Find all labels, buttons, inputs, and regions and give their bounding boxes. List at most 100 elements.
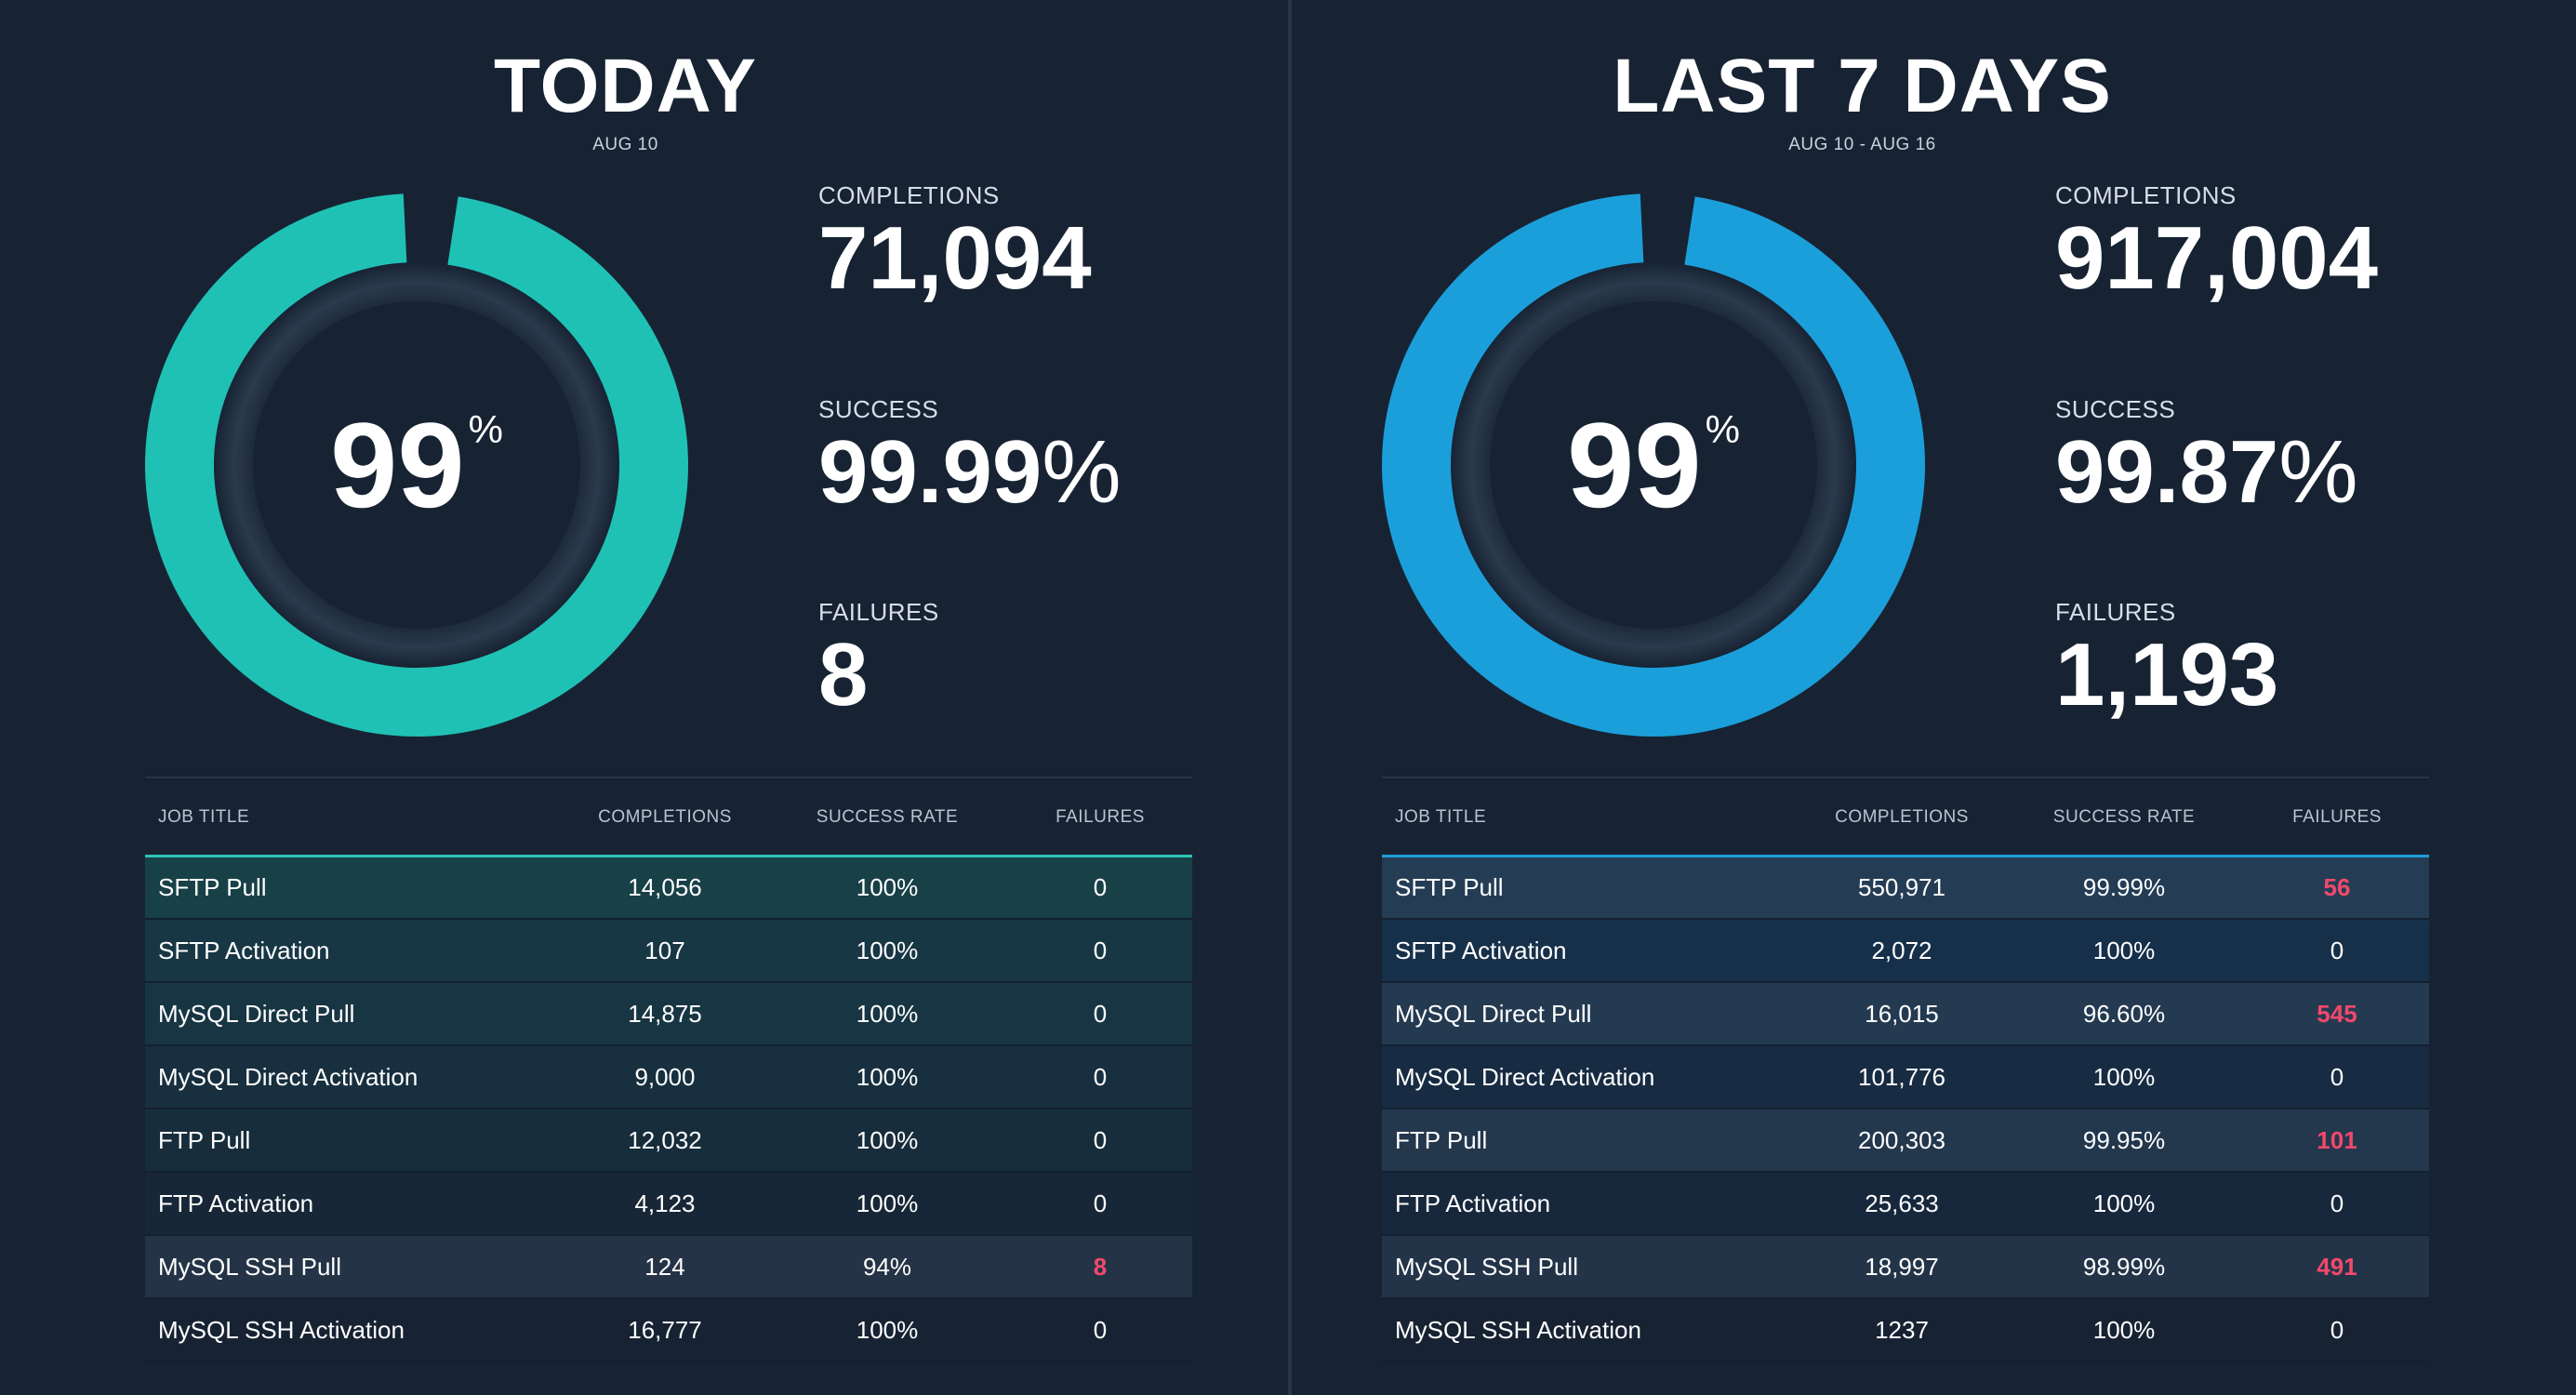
success-rate-cell: 100%	[766, 1298, 1008, 1362]
failures-cell: 545	[2245, 982, 2429, 1046]
failures-cell: 0	[1008, 982, 1192, 1046]
success-number: 99.99	[818, 422, 1042, 522]
success-rate-cell: 100%	[766, 856, 1008, 920]
success-rate-cell: 100%	[2003, 1045, 2245, 1109]
job-title-cell: SFTP Activation	[145, 919, 564, 983]
success-rate-cell: 100%	[766, 982, 1008, 1046]
header-job-title[interactable]: JOB TITLE	[1382, 779, 1800, 857]
failures-cell: 0	[1008, 1298, 1192, 1362]
job-title-cell: MySQL SSH Activation	[145, 1298, 564, 1362]
job-title-cell: MySQL SSH Activation	[1382, 1298, 1800, 1362]
completions-cell: 101,776	[1800, 1045, 2003, 1109]
completions-cell: 4,123	[564, 1172, 766, 1236]
donut-percent-sign: %	[468, 407, 503, 451]
completions-cell: 124	[564, 1235, 766, 1299]
stat-value: 99.99%	[818, 428, 1122, 517]
success-rate-cell: 100%	[766, 1109, 1008, 1173]
table-row[interactable]: FTP Pull 12,032 100% 0	[145, 1109, 1192, 1173]
failures-cell: 56	[2245, 856, 2429, 920]
job-title-cell: MySQL Direct Activation	[145, 1045, 564, 1109]
completions-cell: 18,997	[1800, 1235, 2003, 1299]
job-title-cell: MySQL Direct Activation	[1382, 1045, 1800, 1109]
failures-cell: 101	[2245, 1109, 2429, 1173]
header-failures[interactable]: FAILURES	[1008, 779, 1192, 857]
failures-cell: 0	[1008, 1172, 1192, 1236]
jobs-table: JOB TITLE COMPLETIONS SUCCESS RATE FAILU…	[1382, 777, 2429, 1362]
panel-title: TODAY	[494, 44, 757, 128]
failures-cell: 491	[2245, 1235, 2429, 1299]
header-success-rate[interactable]: SUCCESS RATE	[766, 779, 1008, 857]
stat-value: 1,193	[2055, 625, 2279, 724]
table-row[interactable]: SFTP Activation 2,072 100% 0	[1382, 919, 2429, 983]
table-row[interactable]: MySQL SSH Activation 1237 100% 0	[1382, 1298, 2429, 1362]
job-title-cell: FTP Pull	[1382, 1109, 1800, 1173]
failures-cell: 0	[1008, 1109, 1192, 1173]
jobs-table: JOB TITLE COMPLETIONS SUCCESS RATE FAILU…	[145, 777, 1192, 1362]
table-row[interactable]: MySQL Direct Activation 101,776 100% 0	[1382, 1045, 2429, 1109]
table-row[interactable]: MySQL Direct Pull 14,875 100% 0	[145, 982, 1192, 1046]
stat-failures: FAILURES 1,193	[2055, 598, 2278, 720]
table-row[interactable]: SFTP Activation 107 100% 0	[145, 919, 1192, 983]
stat-label: FAILURES	[2055, 598, 2176, 626]
failures-cell: 0	[1008, 919, 1192, 983]
stat-value: 8	[818, 625, 869, 724]
header-completions[interactable]: COMPLETIONS	[1800, 779, 2003, 857]
table-row[interactable]: SFTP Pull 550,971 99.99% 56	[1382, 856, 2429, 920]
stat-completions: COMPLETIONS 917,004	[2055, 181, 2378, 303]
job-title-cell: SFTP Pull	[1382, 856, 1800, 920]
completions-cell: 1237	[1800, 1298, 2003, 1362]
success-rate-cell: 100%	[766, 1172, 1008, 1236]
completions-cell: 9,000	[564, 1045, 766, 1109]
table-row[interactable]: MySQL SSH Activation 16,777 100% 0	[145, 1298, 1192, 1362]
table-row[interactable]: FTP Pull 200,303 99.95% 101	[1382, 1109, 2429, 1173]
table-row[interactable]: SFTP Pull 14,056 100% 0	[145, 856, 1192, 920]
donut-percent-sign: %	[1705, 407, 1740, 451]
table-row[interactable]: MySQL SSH Pull 18,997 98.99% 491	[1382, 1235, 2429, 1299]
stat-value: 99.87%	[2055, 428, 2358, 517]
donut-value: 99 %	[138, 186, 696, 744]
header-job-title[interactable]: JOB TITLE	[145, 779, 564, 857]
success-donut: 99 %	[138, 186, 696, 744]
completions-cell: 16,777	[564, 1298, 766, 1362]
panel-last-7-days: LAST 7 DAYS AUG 10 - AUG 16 99 % COMPLET…	[1237, 0, 2525, 1395]
stat-value: 71,094	[818, 208, 1092, 308]
header-failures[interactable]: FAILURES	[2245, 779, 2429, 857]
header-success-rate[interactable]: SUCCESS RATE	[2003, 779, 2245, 857]
donut-value: 99 %	[1374, 186, 1932, 744]
header-completions[interactable]: COMPLETIONS	[564, 779, 766, 857]
panel-title: LAST 7 DAYS	[1613, 44, 2112, 128]
table-header: JOB TITLE COMPLETIONS SUCCESS RATE FAILU…	[1382, 779, 2429, 857]
table-row[interactable]: MySQL SSH Pull 124 94% 8	[145, 1235, 1192, 1299]
stat-label: COMPLETIONS	[2055, 181, 2237, 209]
success-rate-cell: 98.99%	[2003, 1235, 2245, 1299]
completions-cell: 2,072	[1800, 919, 2003, 983]
success-rate-cell: 100%	[766, 919, 1008, 983]
job-title-cell: MySQL Direct Pull	[1382, 982, 1800, 1046]
completions-cell: 107	[564, 919, 766, 983]
job-title-cell: FTP Activation	[1382, 1172, 1800, 1236]
failures-cell: 0	[2245, 919, 2429, 983]
completions-cell: 12,032	[564, 1109, 766, 1173]
completions-cell: 25,633	[1800, 1172, 2003, 1236]
success-percent-sign: %	[2278, 422, 2358, 522]
job-title-cell: MySQL Direct Pull	[145, 982, 564, 1046]
success-rate-cell: 100%	[2003, 919, 2245, 983]
completions-cell: 14,056	[564, 856, 766, 920]
table-row[interactable]: MySQL Direct Activation 9,000 100% 0	[145, 1045, 1192, 1109]
job-title-cell: MySQL SSH Pull	[1382, 1235, 1800, 1299]
failures-cell: 8	[1008, 1235, 1192, 1299]
job-title-cell: FTP Pull	[145, 1109, 564, 1173]
completions-cell: 16,015	[1800, 982, 2003, 1046]
success-donut: 99 %	[1374, 186, 1932, 744]
success-rate-cell: 96.60%	[2003, 982, 2245, 1046]
success-number: 99.87	[2055, 422, 2279, 522]
table-row[interactable]: FTP Activation 4,123 100% 0	[145, 1172, 1192, 1236]
table-row[interactable]: FTP Activation 25,633 100% 0	[1382, 1172, 2429, 1236]
table-row[interactable]: MySQL Direct Pull 16,015 96.60% 545	[1382, 982, 2429, 1046]
table-header: JOB TITLE COMPLETIONS SUCCESS RATE FAILU…	[145, 779, 1192, 857]
success-rate-cell: 100%	[766, 1045, 1008, 1109]
stat-success: SUCCESS 99.87%	[2055, 395, 2358, 517]
panel-date: AUG 10	[592, 135, 658, 154]
success-rate-cell: 100%	[2003, 1298, 2245, 1362]
success-percent-sign: %	[1042, 422, 1122, 522]
